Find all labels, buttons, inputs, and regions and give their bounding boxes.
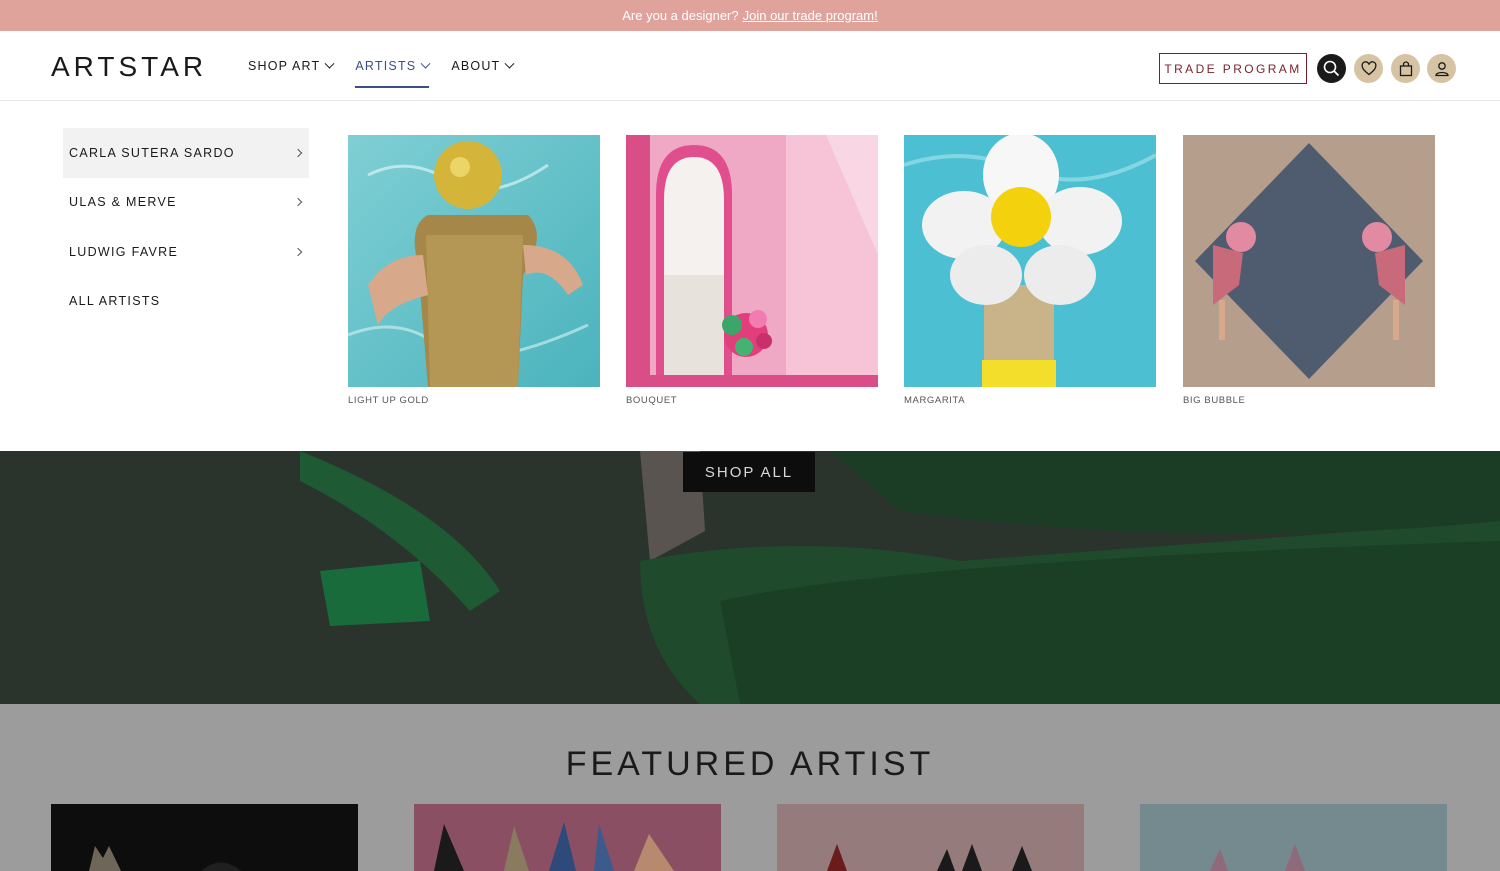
- wishlist-button[interactable]: [1354, 54, 1383, 83]
- user-icon: [1434, 61, 1449, 76]
- chevron-down-icon: [324, 58, 335, 69]
- artist-item-ulas-merve[interactable]: ULAS & MERVE: [63, 178, 309, 228]
- artist-item-label: ALL ARTISTS: [69, 294, 161, 309]
- featured-artwork-card[interactable]: [1140, 804, 1447, 871]
- featured-artwork-card[interactable]: [414, 804, 721, 871]
- trade-program-button[interactable]: TRADE PROGRAM: [1159, 53, 1307, 84]
- artwork-card[interactable]: BIG BUBBLE: [1183, 135, 1435, 406]
- artist-item-label: LUDWIG FAVRE: [69, 244, 179, 259]
- artwork-title: BOUQUET: [626, 395, 678, 406]
- nav-shop-art-label: SHOP ART: [248, 59, 321, 73]
- trade-program-link[interactable]: Join our trade program!: [743, 8, 878, 23]
- artwork-title: MARGARITA: [904, 395, 966, 406]
- chevron-right-icon: [293, 198, 303, 207]
- featured-artwork-image: [414, 804, 721, 871]
- chevron-right-icon: [293, 247, 303, 256]
- featured-artwork-card[interactable]: [777, 804, 1084, 871]
- artwork-card[interactable]: MARGARITA: [904, 135, 1156, 406]
- nav-artists-label: ARTISTS: [355, 59, 417, 73]
- nav-about-label: ABOUT: [451, 59, 501, 73]
- cart-button[interactable]: [1391, 54, 1420, 83]
- artwork-card[interactable]: BOUQUET: [626, 135, 878, 406]
- chevron-right-icon: [293, 148, 303, 157]
- featured-artwork-image: [1140, 804, 1447, 871]
- chevron-down-icon: [504, 58, 515, 69]
- nav-artists[interactable]: ARTISTS: [355, 31, 431, 101]
- artwork-image: [348, 135, 600, 387]
- announcement-bar: Are you a designer? Join our trade progr…: [0, 0, 1500, 31]
- artwork-image: [626, 135, 878, 387]
- main-nav: SHOP ART ARTISTS ABOUT: [248, 31, 515, 101]
- artists-mega-menu: CARLA SUTERA SARDO ULAS & MERVE LUDWIG F…: [0, 102, 1500, 451]
- artist-list: CARLA SUTERA SARDO ULAS & MERVE LUDWIG F…: [63, 128, 309, 326]
- chevron-down-icon: [420, 58, 431, 69]
- artist-item-label: CARLA SUTERA SARDO: [69, 145, 235, 160]
- featured-artwork-image: [777, 804, 1084, 871]
- bag-icon: [1399, 60, 1412, 76]
- artwork-image: [1183, 135, 1435, 387]
- artwork-card[interactable]: LIGHT UP GOLD: [348, 135, 600, 406]
- featured-artwork-image: [51, 804, 358, 871]
- shop-all-button[interactable]: SHOP ALL: [683, 452, 815, 492]
- artist-item-carla-sutera-sardo[interactable]: CARLA SUTERA SARDO: [63, 128, 309, 178]
- artwork-title: LIGHT UP GOLD: [348, 395, 429, 406]
- nav-shop-art[interactable]: SHOP ART: [248, 31, 335, 101]
- nav-about[interactable]: ABOUT: [451, 31, 515, 101]
- featured-artist-title: FEATURED ARTIST: [565, 745, 935, 783]
- artwork-title: BIG BUBBLE: [1183, 395, 1246, 406]
- heart-icon: [1361, 61, 1376, 76]
- announcement-text: Are you a designer?: [622, 8, 739, 23]
- featured-artist-section: FEATURED ARTIST: [0, 704, 1500, 871]
- artist-item-ludwig-favre[interactable]: LUDWIG FAVRE: [63, 227, 309, 277]
- site-logo[interactable]: ARTSTAR: [51, 51, 207, 83]
- artist-item-all-artists[interactable]: ALL ARTISTS: [63, 277, 309, 327]
- artwork-image: [904, 135, 1156, 387]
- artist-item-label: ULAS & MERVE: [69, 195, 177, 210]
- site-header: ARTSTAR SHOP ART ARTISTS ABOUT TRADE PRO…: [0, 31, 1500, 101]
- search-icon: [1323, 60, 1340, 77]
- account-button[interactable]: [1427, 54, 1456, 83]
- featured-artwork-card[interactable]: [51, 804, 358, 871]
- search-button[interactable]: [1317, 54, 1346, 83]
